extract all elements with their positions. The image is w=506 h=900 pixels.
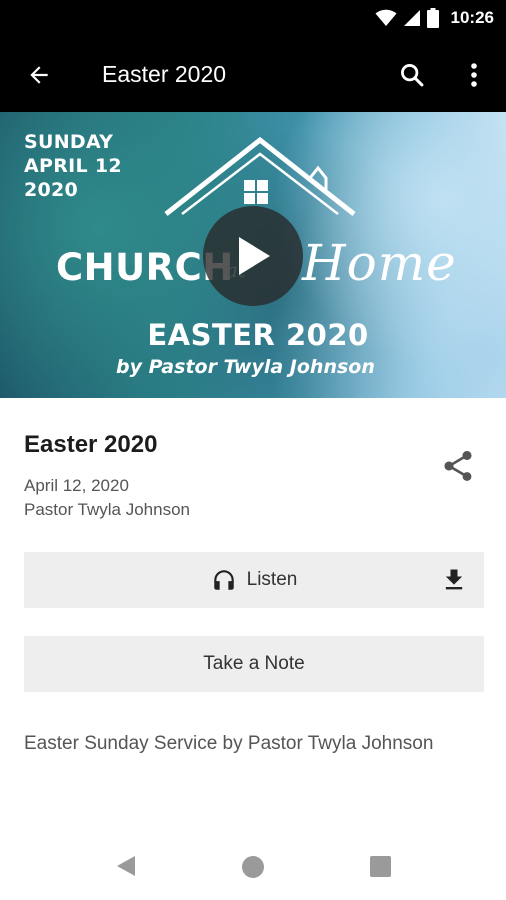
banner-date-year: 2020	[24, 179, 79, 201]
download-button[interactable]	[438, 564, 470, 596]
page-title: Easter 2020	[102, 61, 227, 87]
sermon-title: Easter 2020	[24, 431, 158, 458]
listen-content: Listen	[24, 552, 484, 608]
share-icon	[444, 451, 472, 481]
app-bar: Easter 2020	[0, 36, 506, 112]
play-icon	[239, 237, 270, 275]
listen-label: Listen	[246, 569, 298, 590]
play-button[interactable]	[203, 206, 303, 306]
system-nav-bar	[0, 830, 506, 900]
sermon-details: Easter 2020 April 12, 2020 Pastor Twyla …	[24, 430, 484, 522]
sermon-date: April 12, 2020	[24, 476, 129, 495]
banner-title: EASTER 2020	[147, 318, 369, 352]
nav-back-icon[interactable]	[114, 854, 138, 878]
sermon-description: Easter Sunday Service by Pastor Twyla Jo…	[24, 733, 434, 754]
banner-date-day: SUNDAY	[24, 131, 114, 153]
status-bar: 10:26	[0, 0, 506, 36]
take-note-button[interactable]: Take a Note	[24, 636, 484, 692]
banner-date-month: APRIL 12	[24, 155, 122, 177]
sermon-banner: SUNDAY APRIL 12 2020 CHURCH at Home EAST…	[0, 112, 506, 398]
download-icon	[445, 569, 463, 590]
banner-home-text: Home	[302, 234, 457, 292]
sermon-speaker: Pastor Twyla Johnson	[24, 500, 190, 519]
search-icon	[401, 64, 424, 87]
headphones-icon	[213, 570, 234, 590]
status-icons: 10:26	[375, 6, 494, 30]
back-button[interactable]	[22, 58, 56, 92]
nav-recents-icon[interactable]	[370, 856, 391, 877]
search-button[interactable]	[395, 58, 429, 92]
battery-icon	[426, 8, 439, 28]
share-button[interactable]	[438, 446, 478, 486]
wifi-icon	[375, 9, 397, 26]
status-time: 10:26	[450, 8, 494, 27]
cell-signal-icon	[403, 10, 420, 26]
more-options-button[interactable]	[462, 58, 486, 92]
arrow-back-icon	[30, 66, 48, 84]
banner-byline: by Pastor Twyla Johnson	[116, 356, 375, 378]
listen-button[interactable]: Listen	[24, 552, 484, 608]
more-vert-icon	[471, 63, 477, 87]
banner-date: SUNDAY APRIL 12 2020	[24, 130, 122, 202]
nav-home-icon[interactable]	[242, 856, 264, 878]
take-note-label: Take a Note	[203, 653, 305, 674]
